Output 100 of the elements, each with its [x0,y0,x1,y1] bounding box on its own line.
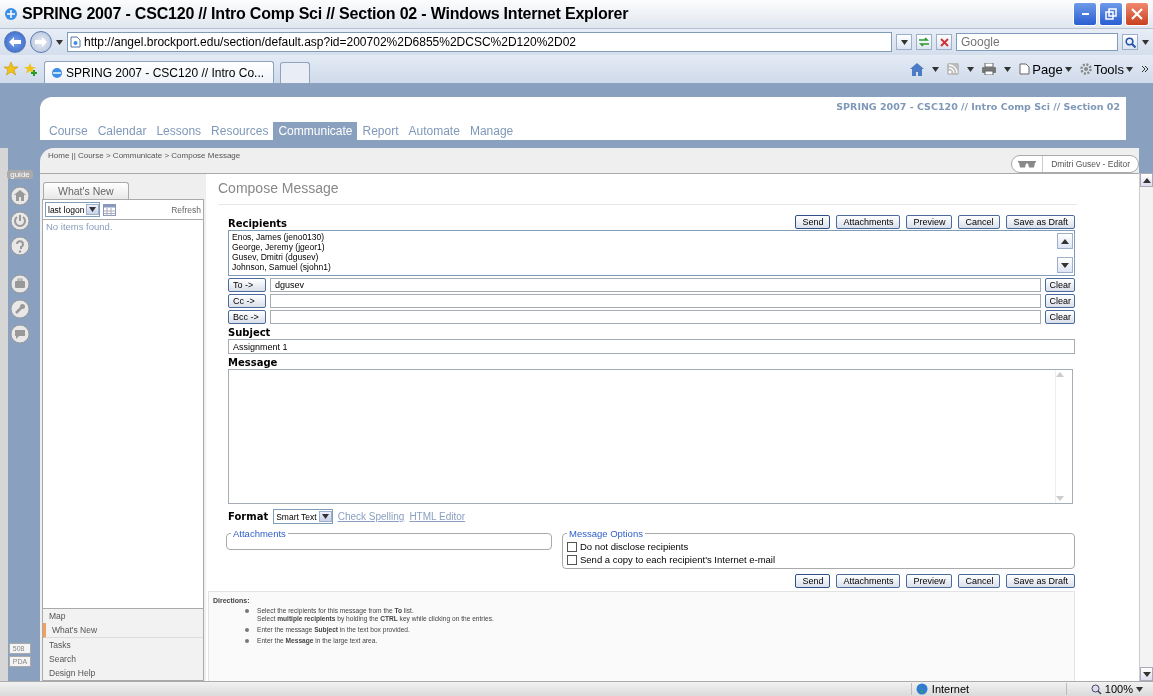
breadcrumb: Home || Course > Communicate > Compose Message [47,150,241,160]
user-name: Dmitri Gusev - Editor [1050,159,1131,169]
forward-arrow-icon [35,37,47,47]
group-legend: Attachments [231,528,288,539]
chevron-icon[interactable] [1141,65,1149,73]
calendar-icon[interactable] [103,203,117,216]
globe-icon [915,683,928,695]
form-button[interactable]: Cancel [958,215,1001,229]
empty-message: No items found. [45,220,114,234]
field-label: Subject [228,327,272,338]
form-button[interactable]: Preview [906,215,953,229]
address-field[interactable] [270,310,1042,324]
field-label: Message [228,357,279,368]
home-icon[interactable] [910,62,925,76]
form-button[interactable]: Attachments [836,215,901,229]
form-button[interactable]: Send [795,574,831,588]
sidebar-menu-item[interactable]: Search [43,652,203,666]
close-icon [1131,8,1143,20]
restore-icon [1105,8,1117,20]
close-button[interactable] [1125,2,1149,26]
clear-button[interactable]: Clear [1045,310,1075,324]
stop-button[interactable] [936,34,952,50]
field-label: Recipients [228,218,288,229]
checkbox-label: Send a copy to each recipient's Internet e-mail [580,554,776,565]
form-button[interactable]: Save as Draft [1006,574,1075,588]
address-field[interactable] [270,294,1042,308]
address-field[interactable]: dgusev [270,278,1042,292]
list-option[interactable]: Enos, James (jeno0130) [232,232,1053,242]
caret-icon [932,66,940,72]
home-icon[interactable] [10,186,30,206]
zone-label: Internet [931,683,970,695]
search-button[interactable] [1122,34,1138,50]
checkbox-label: Do not disclose recipients [580,541,689,552]
list-option[interactable]: Johnson, Samuel (sjohn1) [232,262,1053,272]
address-field[interactable]: http://angel.brockport.edu/section/default.asp?id=200702%2D6855%2DCSC%2D120%2D02 [67,32,892,52]
whats-new-tab[interactable]: What's New [43,182,129,199]
filter-dropdown[interactable]: last logon [45,202,101,217]
down-arrow-icon [1142,671,1151,677]
search-field[interactable]: Google [956,33,1118,51]
zoom-control[interactable]: 100% [1065,683,1153,695]
browser-icon [4,7,18,21]
subject-field[interactable]: Assignment 1 [228,339,1075,354]
clear-button[interactable]: Clear [1045,294,1075,308]
star-icon[interactable] [4,62,18,76]
form-button[interactable]: Cancel [958,574,1001,588]
page-menu[interactable]: Page [1019,61,1072,77]
briefcase-icon[interactable] [10,274,30,294]
form-button[interactable]: Attachments [836,574,901,588]
scroll-up-button[interactable] [1057,233,1073,249]
caret-icon [900,39,908,45]
list-option[interactable]: Gusev, Dmitri (dgusev) [232,252,1053,262]
form-button[interactable]: Send [795,215,831,229]
history-caret-icon [56,39,63,45]
minimize-button[interactable] [1073,2,1097,26]
refresh-link[interactable]: Refresh [171,204,201,215]
new-tab-button[interactable] [280,62,310,83]
page-title: Compose Message [218,180,1077,205]
feed-icon[interactable] [947,63,960,75]
minimize-icon [1081,13,1089,15]
checkbox[interactable] [567,554,577,565]
chat-icon[interactable] [10,324,30,344]
page-icon [70,36,81,48]
zoom-icon [1090,683,1102,695]
tools-menu[interactable]: Tools [1079,61,1133,77]
stop-icon [939,37,949,47]
recipients-list[interactable]: Enos, James (jeno0130) George, Jeremy (jgeor1) Gusev, Dmitri (dgusev) Johnson, Samuel (sjohn1) [228,230,1075,276]
sidebar-menu-item[interactable]: Design Help [43,666,203,680]
address-button[interactable]: Bcc -> [228,310,266,324]
format-dropdown[interactable]: Smart Text [273,509,333,524]
wrench-icon[interactable] [10,299,30,319]
address-button[interactable]: To -> [228,278,266,292]
forward-button[interactable] [30,31,52,53]
address-button[interactable]: Cc -> [228,294,266,308]
caret-icon [1136,686,1143,692]
bullet-icon [245,628,249,632]
caret-icon [1064,66,1072,72]
clear-button[interactable]: Clear [1045,278,1075,292]
page-scrollbar[interactable] [1139,173,1153,681]
scroll-down-button[interactable] [1057,257,1073,273]
sidebar-menu-item[interactable]: Tasks [43,638,203,652]
restore-button[interactable] [1099,2,1123,26]
browser-tab[interactable]: SPRING 2007 - CSC120 // Intro Co... [44,61,274,83]
form-button[interactable]: Save as Draft [1006,215,1075,229]
form-button[interactable]: Preview [906,574,953,588]
bullet-icon [245,609,249,613]
gear-icon [1079,63,1092,75]
list-option[interactable]: George, Jeremy (jgeor1) [232,242,1053,252]
sidebar-menu-item[interactable]: What's New [43,623,203,638]
help-icon[interactable] [10,236,30,256]
checkbox[interactable] [567,541,577,552]
caret-icon [1126,66,1133,72]
printer-icon[interactable] [982,63,997,75]
back-button[interactable] [4,31,26,53]
message-field[interactable] [228,369,1073,504]
power-icon[interactable] [10,211,30,231]
add-star-icon[interactable] [24,62,38,76]
address-dropdown-button[interactable] [896,34,912,50]
search-icon [1124,36,1136,48]
sidebar-menu-item[interactable]: Map [43,609,203,623]
caret-icon [1004,66,1012,72]
